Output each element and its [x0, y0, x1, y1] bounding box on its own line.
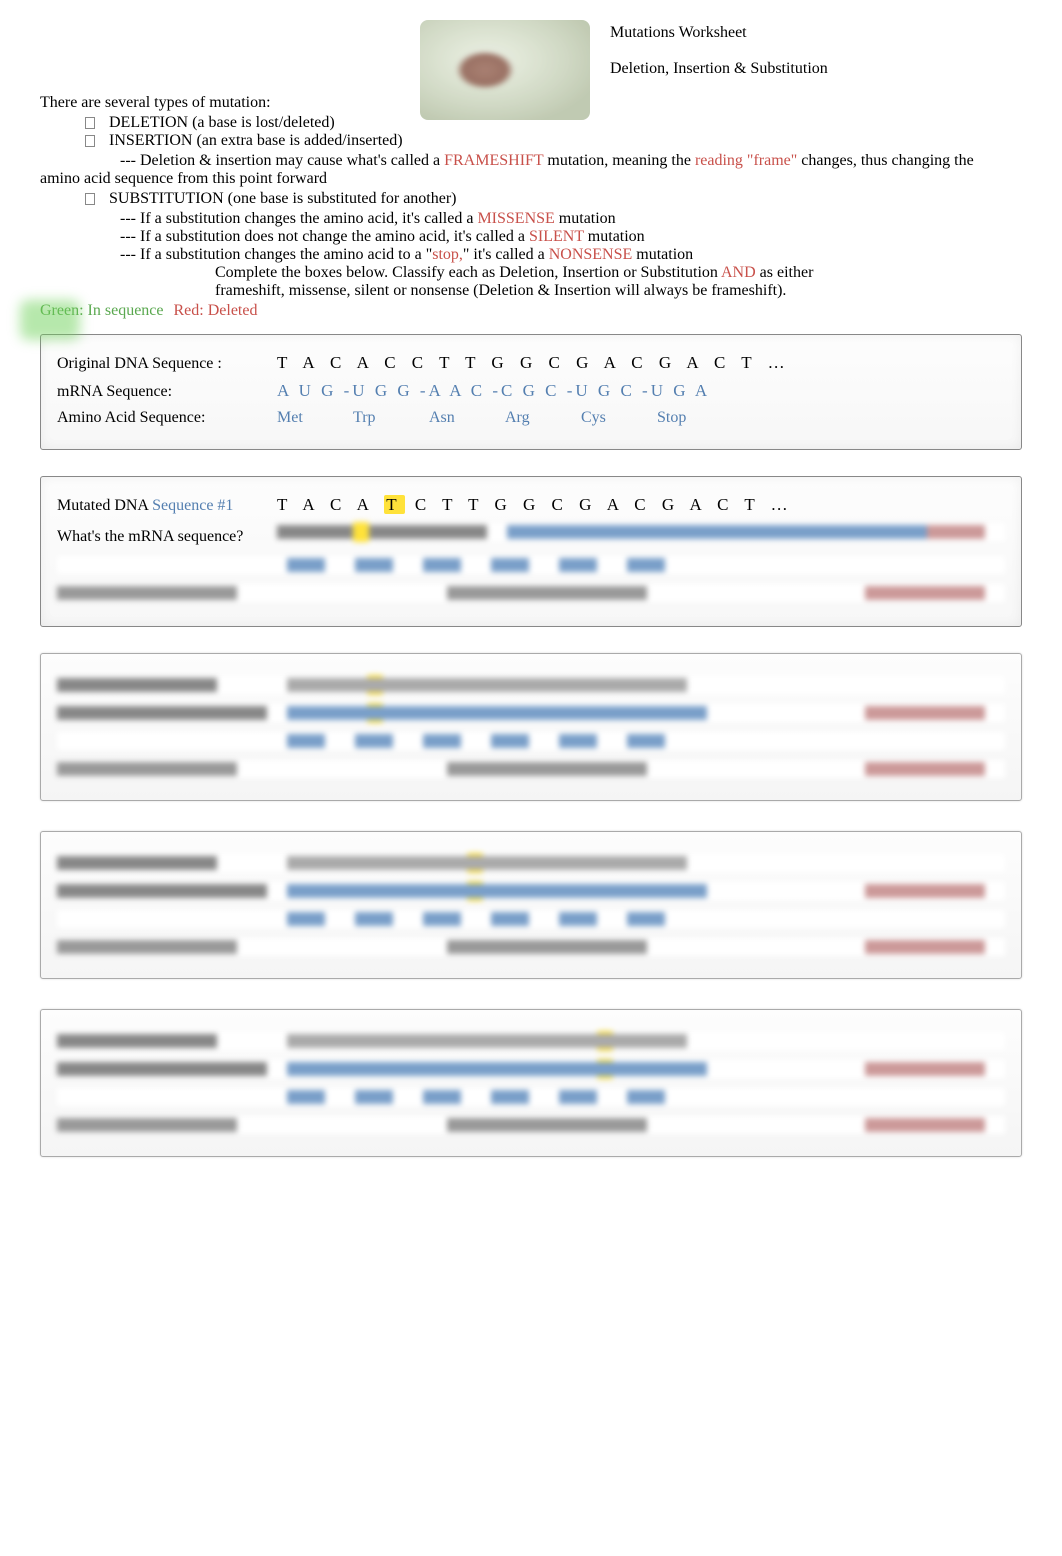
nonsense-mid: " it's called a — [463, 246, 549, 263]
legend-red: Red: Deleted — [174, 302, 258, 319]
frameshift-pre: --- Deletion & insertion may cause what'… — [120, 152, 444, 169]
instr-d: as either — [756, 264, 814, 281]
mrna-label: mRNA Sequence: — [57, 383, 277, 401]
frameshift-mid1: mutation, meaning the — [543, 152, 695, 169]
bullet-insertion: INSERTION (an extra base is added/insert… — [85, 132, 1022, 150]
codon-cys: Cys — [581, 409, 621, 427]
mut1-label-a: Mutated DNA — [57, 497, 152, 514]
instructions-line2: frameshift, missense, silent or nonsense… — [215, 282, 1022, 300]
frameshift-line2: amino acid sequence from this point forw… — [40, 170, 1022, 188]
watermark-blur — [20, 300, 80, 340]
instr-b: Classify each as Deletion, Insertion or … — [392, 264, 721, 281]
mrna-seq: A U G -U G G -A A C -C G C -U G C -U G A — [277, 381, 710, 401]
missense-pre: --- If a substitution changes the amino … — [120, 210, 477, 227]
codon-asn: Asn — [429, 409, 469, 427]
silent-pre: --- If a substitution does not change th… — [120, 228, 529, 245]
instructions-line1: Complete the boxes below. Classify each … — [215, 264, 1022, 282]
instr-and: AND — [721, 264, 756, 281]
mut1-foot-blur — [57, 584, 1005, 602]
missense-line: --- If a substitution changes the amino … — [120, 210, 1022, 228]
codon-trp: Trp — [353, 409, 393, 427]
frameshift-word: FRAMESHIFT — [444, 152, 543, 169]
mut1-label-b: Sequence #1 — [152, 497, 233, 514]
bullet-substitution: SUBSTITUTION (one base is substituted fo… — [85, 190, 1022, 208]
mut1-codons-blur — [57, 556, 1005, 574]
nonsense-stop: stop, — [432, 246, 463, 263]
nonsense-pre: --- If a substitution changes the amino … — [120, 246, 432, 263]
aa-label: Amino Acid Sequence: — [57, 409, 277, 427]
mutation-1-box: Mutated DNA Sequence #1 T A C A T C T T … — [40, 476, 1022, 627]
mut1-dna-pre: T A C A — [277, 495, 384, 514]
header-image — [420, 20, 590, 120]
codon-met: Met — [277, 409, 317, 427]
legend: Green: In sequence Red: Deleted — [40, 302, 1022, 320]
mutation-2-box-blur — [40, 653, 1022, 801]
missense-word: MISSENSE — [477, 210, 554, 227]
mut1-dna-seq: T A C A T C T T G G C G A C G A C T … — [277, 495, 794, 515]
codon-stop: Stop — [657, 409, 697, 427]
mut1-q1: What's the mRNA sequence? — [57, 528, 277, 546]
nonsense-word: NONSENSE — [549, 246, 633, 263]
aa-codons: Met Trp Asn Arg Cys Stop — [277, 409, 697, 427]
nonsense-line: --- If a substitution changes the amino … — [120, 246, 1022, 264]
frameshift-quote: reading "frame" — [695, 152, 797, 169]
mutation-3-box-blur — [40, 831, 1022, 979]
frameshift-mid2: changes, thus changing the — [797, 152, 973, 169]
page-title: Mutations Worksheet — [610, 24, 828, 42]
instr-a: Complete the boxes below. — [215, 264, 392, 281]
silent-post: mutation — [584, 228, 645, 245]
nonsense-post: mutation — [632, 246, 693, 263]
silent-word: SILENT — [529, 228, 584, 245]
orig-dna-label: Original DNA Sequence : — [57, 355, 277, 373]
mut1-q1-answer-blur — [277, 523, 1005, 541]
mut1-dna-highlight: T — [384, 495, 404, 514]
codon-arg: Arg — [505, 409, 545, 427]
reference-box: Original DNA Sequence : T A C A C C T T … — [40, 334, 1022, 450]
silent-line: --- If a substitution does not change th… — [120, 228, 1022, 246]
mut1-dna-label: Mutated DNA Sequence #1 — [57, 497, 277, 515]
missense-post: mutation — [555, 210, 616, 227]
mut1-dna-post: C T T G G C G A C G A C T … — [405, 495, 794, 514]
page-subtitle: Deletion, Insertion & Substitution — [610, 60, 828, 78]
mutation-4-box-blur — [40, 1009, 1022, 1157]
orig-dna-seq: T A C A C C T T G G C G A C G A C T … — [277, 353, 791, 373]
frameshift-line1: --- Deletion & insertion may cause what'… — [120, 152, 1022, 170]
intro-block: There are several types of mutation: DEL… — [40, 94, 1022, 320]
